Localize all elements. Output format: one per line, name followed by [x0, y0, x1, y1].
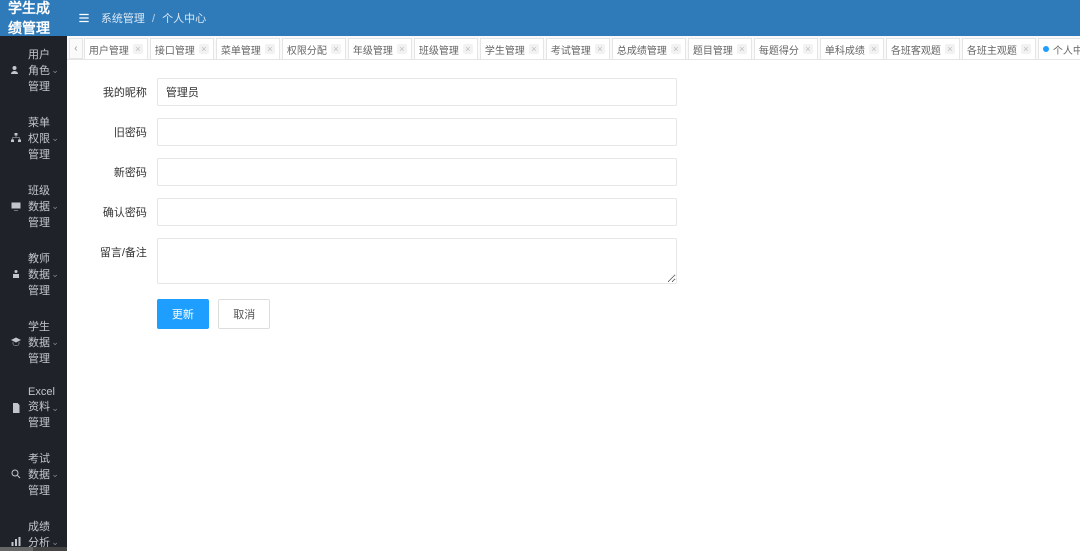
- tab-label: 年级管理: [353, 42, 393, 57]
- sidebar-item-exam-data[interactable]: 考试数据管理 ⌄: [0, 440, 67, 508]
- close-icon[interactable]: ×: [737, 44, 747, 54]
- tab-5[interactable]: 班级管理 ×: [414, 38, 478, 59]
- sidebar-item-menu-perm[interactable]: 菜单权限管理 ⌄: [0, 104, 67, 172]
- tab-label: 学生管理: [485, 42, 525, 57]
- tab-label: 班级管理: [419, 42, 459, 57]
- close-icon[interactable]: ×: [1021, 44, 1031, 54]
- chevron-down-icon: ⌄: [51, 537, 59, 548]
- tab-strip: ‹ 用户管理×接口管理×菜单管理×权限分配×年级管理×班级管理×学生管理×考试管…: [67, 36, 1080, 60]
- tab-8[interactable]: 总成绩管理 ×: [612, 38, 686, 59]
- tab-1[interactable]: 接口管理 ×: [150, 38, 214, 59]
- close-icon[interactable]: ×: [331, 44, 341, 54]
- tab-label: 单科成绩: [825, 42, 865, 57]
- tab-3[interactable]: 权限分配 ×: [282, 38, 346, 59]
- chevron-down-icon: ⌄: [51, 65, 59, 76]
- menu-toggle-icon[interactable]: [77, 11, 91, 25]
- breadcrumb-parent[interactable]: 系统管理: [101, 13, 145, 25]
- users-icon: [10, 64, 22, 76]
- remark-textarea[interactable]: [157, 238, 677, 284]
- confirm-password-label: 确认密码: [87, 198, 157, 220]
- close-icon[interactable]: ×: [397, 44, 407, 54]
- tab-6[interactable]: 学生管理 ×: [480, 38, 544, 59]
- app-title: 学生成绩管理: [0, 0, 67, 36]
- topbar: 系统管理 / 个人中心 管理员: [67, 0, 1080, 36]
- sidebar-item-student-data[interactable]: 学生数据管理 ⌄: [0, 308, 67, 376]
- chevron-down-icon: ⌄: [51, 269, 59, 280]
- sidebar: 学生成绩管理 用户角色管理 ⌄ 菜单权限管理 ⌄ 班级数据管理 ⌄ 教师数据管理…: [0, 0, 67, 551]
- tab-label: 每题得分: [759, 42, 799, 57]
- close-icon[interactable]: ×: [803, 44, 813, 54]
- nickname-input[interactable]: [157, 78, 677, 106]
- old-password-input[interactable]: [157, 118, 677, 146]
- confirm-password-input[interactable]: [157, 198, 677, 226]
- tab-label: 个人中心: [1053, 42, 1080, 57]
- search-icon: [10, 468, 22, 480]
- tab-label: 用户管理: [89, 42, 129, 57]
- tab-label: 接口管理: [155, 42, 195, 57]
- nickname-label: 我的昵称: [87, 78, 157, 100]
- chevron-down-icon: ⌄: [51, 201, 59, 212]
- close-icon[interactable]: ×: [671, 44, 681, 54]
- tab-0[interactable]: 用户管理 ×: [84, 38, 148, 59]
- sidebar-scrollbar[interactable]: [0, 547, 67, 551]
- sidebar-item-user-role[interactable]: 用户角色管理 ⌄: [0, 36, 67, 104]
- tab-7[interactable]: 考试管理 ×: [546, 38, 610, 59]
- new-password-label: 新密码: [87, 158, 157, 180]
- sidebar-item-score-analysis[interactable]: 成绩分析管理 ⌄: [0, 508, 67, 547]
- tab-2[interactable]: 菜单管理 ×: [216, 38, 280, 59]
- close-icon[interactable]: ×: [869, 44, 879, 54]
- close-icon[interactable]: ×: [199, 44, 209, 54]
- remark-label: 留言/备注: [87, 238, 157, 260]
- tab-label: 权限分配: [287, 42, 327, 57]
- tab-label: 题目管理: [693, 42, 733, 57]
- close-icon[interactable]: ×: [265, 44, 275, 54]
- chevron-down-icon: ⌄: [51, 133, 59, 144]
- tab-12[interactable]: 各班客观题 ×: [886, 38, 960, 59]
- tab-11[interactable]: 单科成绩 ×: [820, 38, 884, 59]
- sidebar-item-excel[interactable]: Excel资料管理 ⌄: [0, 376, 67, 440]
- tab-scroll-left[interactable]: ‹: [69, 38, 83, 59]
- chevron-down-icon: ⌄: [51, 469, 59, 480]
- sidebar-menu: 用户角色管理 ⌄ 菜单权限管理 ⌄ 班级数据管理 ⌄ 教师数据管理 ⌄ 学生数据: [0, 36, 67, 547]
- file-icon: [10, 402, 22, 414]
- submit-button[interactable]: 更新: [157, 299, 209, 329]
- sitemap-icon: [10, 132, 22, 144]
- tab-9[interactable]: 题目管理 ×: [688, 38, 752, 59]
- tab-label: 各班客观题: [891, 42, 941, 57]
- tab-4[interactable]: 年级管理 ×: [348, 38, 412, 59]
- sidebar-item-class-data[interactable]: 班级数据管理 ⌄: [0, 172, 67, 240]
- chart-icon: [10, 536, 22, 547]
- student-icon: [10, 336, 22, 348]
- class-icon: [10, 200, 22, 212]
- old-password-label: 旧密码: [87, 118, 157, 140]
- tab-label: 考试管理: [551, 42, 591, 57]
- breadcrumb-separator: /: [152, 13, 155, 25]
- tab-13[interactable]: 各班主观题 ×: [962, 38, 1036, 59]
- cancel-button[interactable]: 取消: [218, 299, 270, 329]
- close-icon[interactable]: ×: [595, 44, 605, 54]
- chevron-down-icon: ⌄: [51, 337, 59, 348]
- new-password-input[interactable]: [157, 158, 677, 186]
- close-icon[interactable]: ×: [463, 44, 473, 54]
- tab-label: 总成绩管理: [617, 42, 667, 57]
- close-icon[interactable]: ×: [945, 44, 955, 54]
- content-area: 我的昵称 旧密码 新密码 确认密码 留言/备注 更新: [67, 60, 1080, 551]
- sidebar-item-teacher-data[interactable]: 教师数据管理 ⌄: [0, 240, 67, 308]
- tab-label: 菜单管理: [221, 42, 261, 57]
- chevron-down-icon: ⌄: [51, 403, 59, 414]
- close-icon[interactable]: ×: [133, 44, 143, 54]
- active-dot-icon: [1043, 46, 1049, 52]
- tab-14[interactable]: 个人中心×: [1038, 38, 1080, 59]
- breadcrumb-current: 个人中心: [162, 13, 206, 25]
- close-icon[interactable]: ×: [529, 44, 539, 54]
- breadcrumb: 系统管理 / 个人中心: [101, 10, 206, 26]
- tab-label: 各班主观题: [967, 42, 1017, 57]
- tab-10[interactable]: 每题得分 ×: [754, 38, 818, 59]
- teacher-icon: [10, 268, 22, 280]
